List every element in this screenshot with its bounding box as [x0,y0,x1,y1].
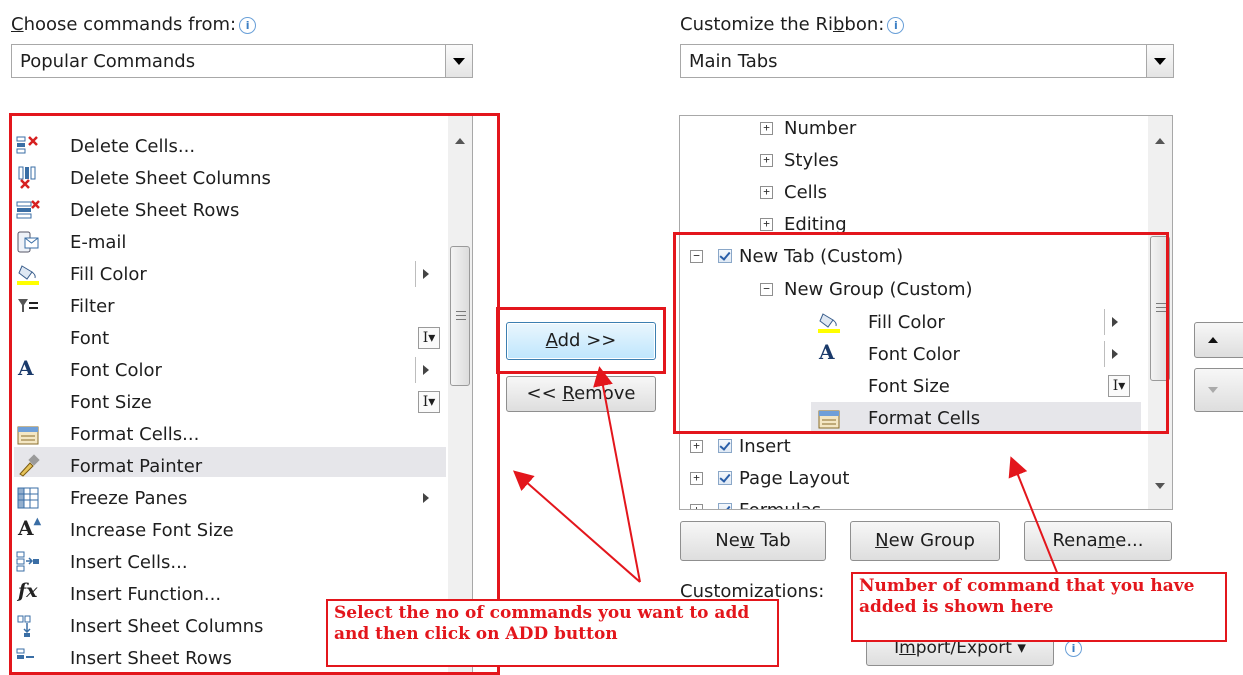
annotation-note-right: Number of command that you have added is… [851,572,1227,642]
annotation-note-left: Select the no of commands you want to ad… [326,599,779,667]
